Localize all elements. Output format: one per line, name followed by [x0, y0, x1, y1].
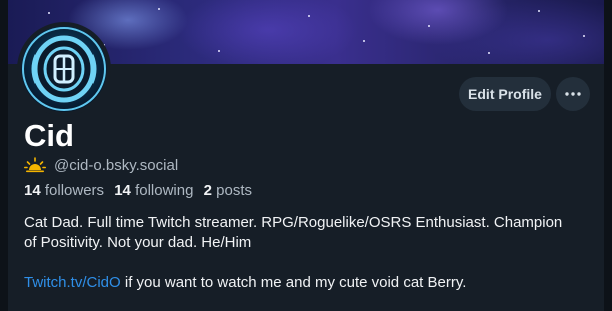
more-horizontal-icon [565, 92, 581, 96]
profile-bio: Cat Dad. Full time Twitch streamer. RPG/… [24, 213, 594, 293]
profile-handle[interactable]: @cid-o.bsky.social [54, 157, 178, 174]
more-options-button[interactable] [556, 77, 590, 111]
banner-star [363, 40, 365, 42]
banner-star [488, 52, 490, 54]
cid-logo-icon [21, 26, 107, 112]
posts-stat: 2 posts [204, 182, 252, 199]
banner-star [158, 8, 160, 10]
banner-star [218, 50, 220, 52]
banner-star [428, 25, 430, 27]
left-border [0, 0, 8, 311]
banner-star [48, 12, 50, 14]
banner-star [308, 15, 310, 17]
bio-spacer [24, 253, 594, 273]
followers-label: followers [44, 182, 105, 199]
profile-page: Edit Profile Cid @cid-o.bsky.social 14 f… [0, 0, 612, 311]
bio-line-1: Cat Dad. Full time Twitch streamer. RPG/… [24, 214, 563, 231]
following-count: 14 [114, 182, 131, 199]
banner-star [583, 35, 585, 37]
followers-stat[interactable]: 14 followers [24, 182, 104, 199]
profile-stats: 14 followers 14 following 2 posts [24, 182, 258, 199]
posts-count: 2 [203, 182, 212, 199]
bio-line-3: Twitch.tv/CidO if you want to watch me a… [24, 273, 594, 293]
bio-line-2: of Positivity. Not your dad. He/Him [24, 234, 252, 251]
right-border [604, 0, 612, 311]
edit-profile-label: Edit Profile [468, 86, 542, 102]
handle-row: @cid-o.bsky.social [24, 155, 178, 175]
bio-line-3-text: if you want to watch me and my cute void… [120, 274, 467, 291]
sunrise-icon [24, 157, 46, 173]
posts-label: posts [216, 182, 252, 199]
following-label: following [135, 182, 194, 199]
edit-profile-button[interactable]: Edit Profile [459, 77, 551, 111]
followers-count: 14 [24, 182, 41, 199]
avatar[interactable] [17, 22, 111, 116]
following-stat[interactable]: 14 following [114, 182, 193, 199]
banner-star [538, 10, 540, 12]
display-name: Cid [24, 118, 74, 153]
twitch-link[interactable]: Twitch.tv/CidO [24, 274, 121, 291]
